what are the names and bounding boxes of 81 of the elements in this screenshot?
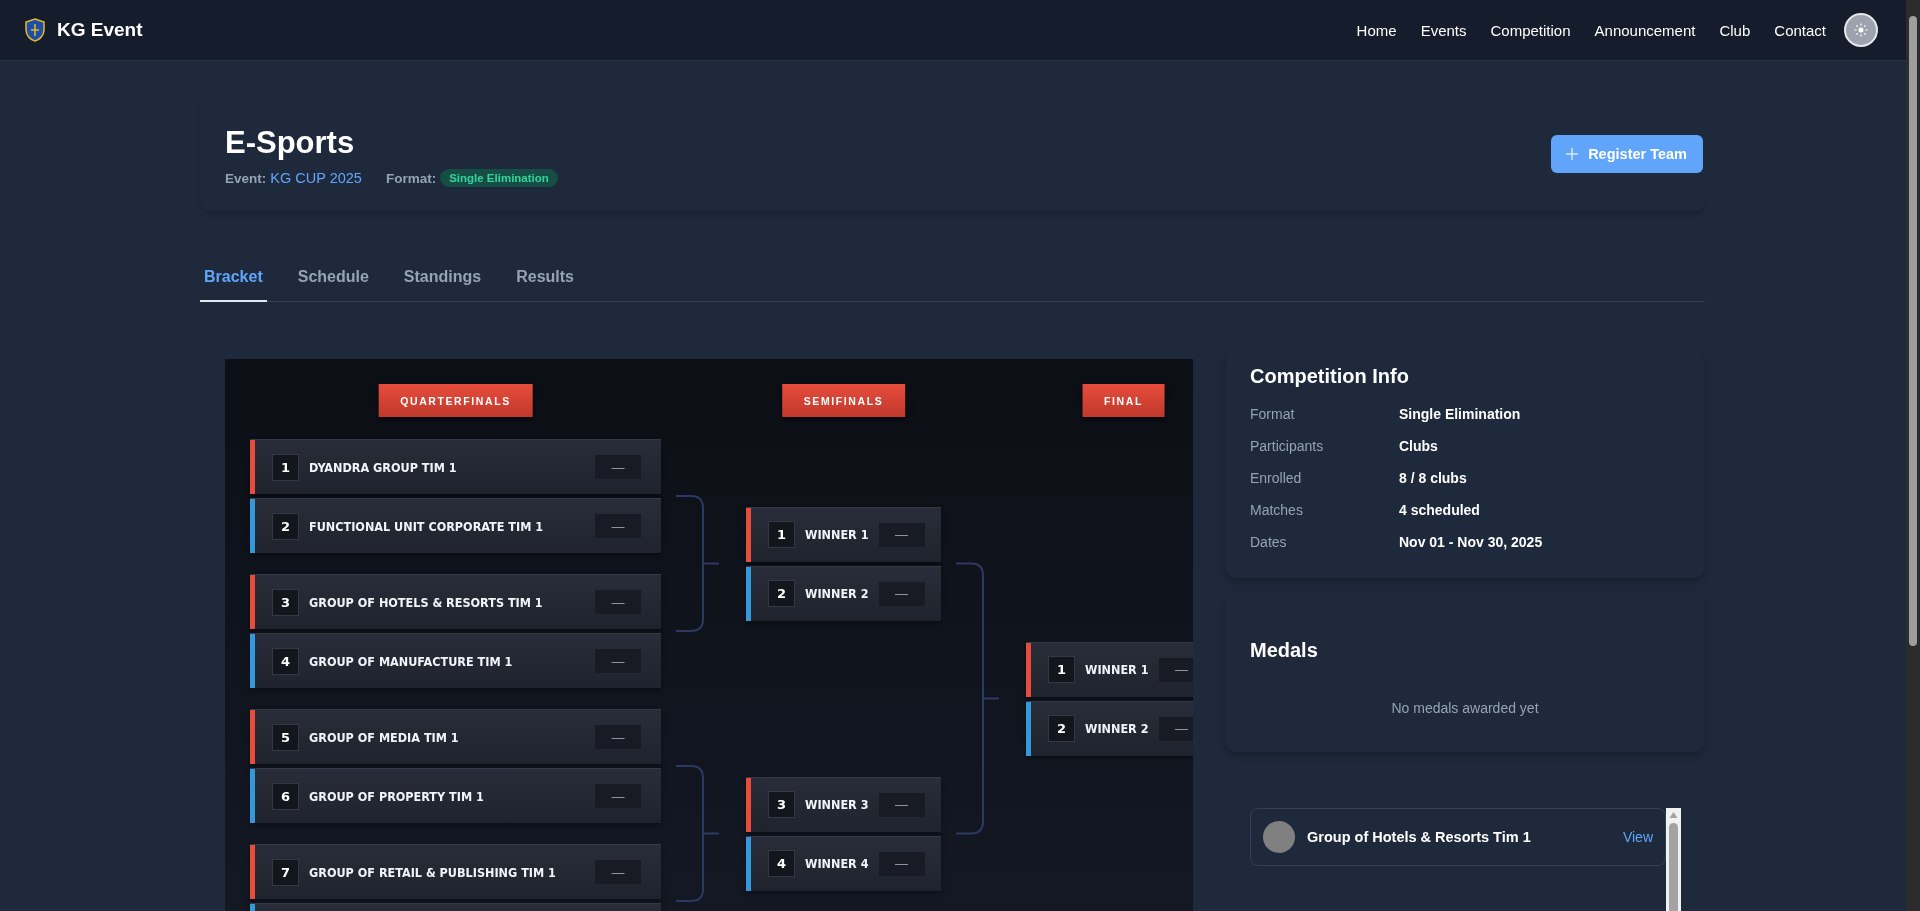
team-name: DYANDRA GROUP TIM 1	[309, 459, 458, 475]
info-value: Single Elimination	[1399, 406, 1521, 422]
list-scrollbar[interactable]	[1666, 808, 1681, 911]
round-header: SEMIFINALS	[781, 384, 906, 417]
club-name: Group of Hotels & Resorts Tim 1	[1307, 829, 1532, 845]
seed-number: 6	[272, 782, 299, 810]
seed-number: 2	[1048, 715, 1075, 742]
info-value: Nov 01 - Nov 30, 2025	[1399, 534, 1543, 550]
score-box: —	[595, 725, 641, 749]
seed-number: 4	[768, 850, 795, 877]
score-box: —	[1158, 657, 1193, 682]
nav-link[interactable]: Home	[1356, 21, 1397, 39]
team-name: WINNER 2	[1085, 721, 1149, 736]
info-label: Matches	[1250, 502, 1304, 518]
score-box: —	[595, 590, 641, 614]
team-name: WINNER 1	[805, 527, 869, 542]
team-name: WINNER 2	[805, 586, 869, 601]
team-name: GROUP OF MEDIA TIM 1	[309, 729, 460, 745]
score-box: —	[1158, 716, 1193, 741]
seed-number: 7	[272, 858, 299, 886]
seed-number: 1	[272, 453, 299, 481]
theme-toggle[interactable]	[1844, 13, 1878, 47]
info-label: Enrolled	[1250, 470, 1303, 486]
info-value: Clubs	[1399, 438, 1438, 454]
score-box: —	[595, 860, 641, 884]
seed-number: 5	[272, 723, 299, 751]
format-badge: Single Elimination	[440, 169, 558, 187]
seed-number: 2	[768, 580, 795, 607]
nav-link[interactable]: Club	[1719, 21, 1751, 39]
page-title: E-Sports	[225, 125, 356, 161]
page-scrollbar[interactable]	[1906, 0, 1920, 911]
team-name: WINNER 3	[805, 797, 869, 812]
round-header: QUARTERFINALS	[378, 384, 533, 417]
seed-number: 3	[768, 791, 795, 818]
empty-message: No medals awarded yet	[1390, 700, 1540, 716]
score-box: —	[878, 792, 925, 817]
shield-logo-icon[interactable]	[25, 18, 45, 42]
score-box: —	[878, 851, 925, 876]
club-item[interactable]: Group of Hotels & Resorts Tim 1 View	[1250, 808, 1666, 866]
tab[interactable]: Schedule	[293, 268, 373, 302]
score-box: —	[595, 784, 641, 808]
nav-link[interactable]: Competition	[1490, 21, 1571, 39]
score-box: —	[878, 581, 925, 606]
event-link[interactable]: KG CUP 2025	[270, 170, 362, 186]
team-name: GROUP OF HOTELS & RESORTS TIM 1	[309, 594, 544, 610]
score-box: —	[878, 522, 925, 547]
seed-number: 1	[1048, 656, 1075, 683]
team-name: GROUP OF PROPERTY TIM 1	[309, 788, 485, 804]
tab[interactable]: Standings	[399, 268, 486, 302]
nav-link[interactable]: Contact	[1774, 21, 1826, 39]
avatar-icon	[1263, 821, 1295, 853]
view-link[interactable]: View	[1622, 829, 1653, 845]
format-label: Format:	[385, 170, 437, 186]
brand-name[interactable]: KG Event	[57, 19, 143, 41]
tab[interactable]: Results	[512, 268, 578, 302]
card-title: Competition Info	[1250, 364, 1410, 388]
event-label: Event:	[225, 170, 267, 186]
nav-link[interactable]: Announcement	[1594, 21, 1696, 39]
plus-icon	[1566, 148, 1579, 160]
seed-number: 1	[768, 521, 795, 548]
nav-link[interactable]: Events	[1420, 21, 1467, 39]
team-name: WINNER 1	[1085, 662, 1149, 677]
seed-number: 3	[272, 588, 299, 616]
info-label: Format	[1250, 406, 1296, 422]
info-label: Participants	[1250, 438, 1325, 454]
info-label: Dates	[1250, 534, 1288, 550]
info-value: 4 scheduled	[1399, 502, 1480, 518]
sun-icon	[1854, 23, 1868, 37]
info-value: 8 / 8 clubs	[1399, 470, 1467, 486]
team-name: WINNER 4	[805, 856, 869, 871]
team-name: GROUP OF MANUFACTURE TIM 1	[309, 653, 514, 669]
score-box: —	[595, 514, 641, 538]
card-title: Medals	[1250, 638, 1319, 662]
score-box: —	[595, 455, 641, 479]
seed-number: 2	[272, 512, 299, 540]
round-header: FINAL	[1082, 384, 1165, 417]
seed-number: 4	[272, 647, 299, 675]
score-box: —	[595, 649, 641, 673]
team-name: GROUP OF RETAIL & PUBLISHING TIM 1	[309, 864, 557, 880]
tab[interactable]: Bracket	[200, 268, 267, 302]
team-name: FUNCTIONAL UNIT CORPORATE TIM 1	[309, 518, 545, 534]
